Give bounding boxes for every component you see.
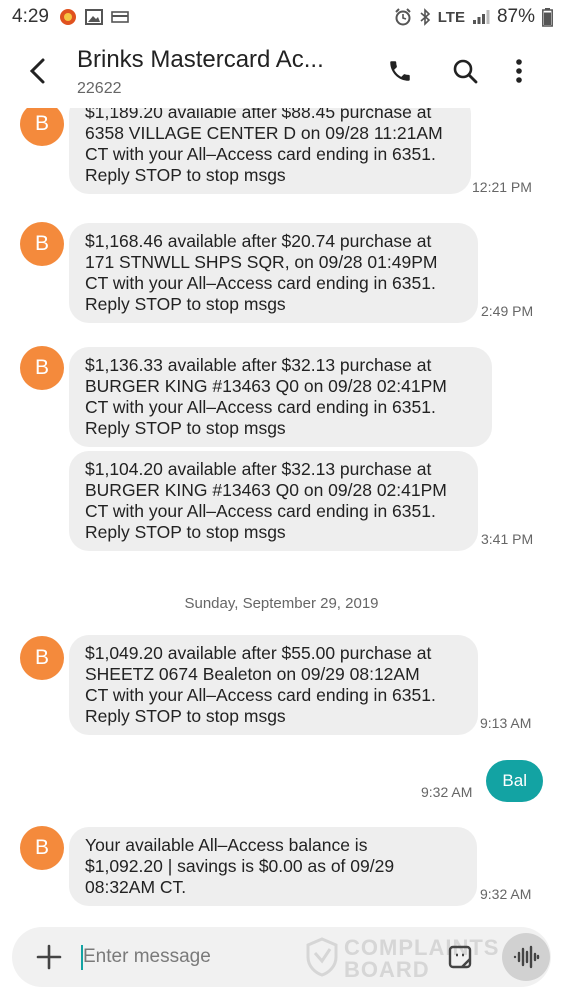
message-line: $1,189.20 available after $88.45 purchas… bbox=[85, 108, 432, 122]
message-line: SHEETZ 0674 Bealeton on 09/29 08:12AM bbox=[85, 664, 420, 684]
compose-bar: COMPLAINTS BOARD bbox=[12, 927, 551, 987]
outgoing-timestamp: 9:32 AM bbox=[421, 784, 473, 800]
message-line: $1,092.20 | savings is $0.00 as of 09/29 bbox=[85, 856, 395, 876]
message-timestamp: 3:41 PM bbox=[481, 531, 534, 547]
sender-avatar[interactable]: B bbox=[20, 222, 64, 266]
message-line: $1,168.46 available after $20.74 purchas… bbox=[85, 231, 432, 251]
card-icon bbox=[111, 11, 129, 23]
message-timestamp: 2:49 PM bbox=[481, 303, 534, 319]
incoming-message[interactable]: $1,168.46 available after $20.74 purchas… bbox=[69, 223, 478, 323]
network-type: LTE bbox=[437, 8, 465, 26]
conversation-header: Brinks Mastercard Ac... 22622 bbox=[0, 34, 563, 108]
notification-icons bbox=[59, 8, 129, 26]
message-line: CT with your All–Access card ending in 6… bbox=[85, 144, 436, 164]
battery-icon bbox=[542, 7, 553, 27]
sender-avatar[interactable]: B bbox=[20, 636, 64, 680]
outgoing-message[interactable]: Bal bbox=[486, 760, 543, 802]
sender-avatar[interactable]: B bbox=[20, 826, 64, 870]
message-line: BURGER KING #13463 Q0 on 09/28 02:41PM bbox=[85, 376, 447, 396]
message-line: Your available All–Access balance is bbox=[85, 835, 368, 855]
gallery-icon bbox=[84, 9, 103, 25]
message-line: CT with your All–Access card ending in 6… bbox=[85, 397, 436, 417]
attach-button[interactable] bbox=[36, 944, 62, 970]
message-line: Reply STOP to stop msgs bbox=[85, 165, 286, 185]
contact-name: Brinks Mastercard Ac... bbox=[77, 46, 324, 73]
incoming-message[interactable]: $1,136.33 available after $32.13 purchas… bbox=[69, 347, 492, 447]
incoming-message[interactable]: $1,049.20 available after $55.00 purchas… bbox=[69, 635, 478, 735]
message-line: Reply STOP to stop msgs bbox=[85, 706, 286, 726]
battery-percent: 87% bbox=[496, 6, 535, 27]
back-button[interactable] bbox=[20, 54, 54, 88]
phone-icon bbox=[390, 61, 410, 81]
voice-record-button[interactable] bbox=[502, 933, 550, 981]
message-line: Reply STOP to stop msgs bbox=[85, 294, 286, 314]
plus-icon bbox=[36, 944, 62, 970]
status-time: 4:29 bbox=[12, 6, 49, 27]
message-line: 08:32AM CT. bbox=[85, 877, 187, 897]
incoming-message[interactable]: $1,189.20 available after $88.45 purchas… bbox=[69, 108, 471, 194]
message-list[interactable]: B $1,189.20 available after $88.45 purch… bbox=[0, 108, 563, 923]
status-right-icons: LTE 87% bbox=[394, 6, 553, 28]
message-line: 6358 VILLAGE CENTER D on 09/28 11:21AM bbox=[85, 123, 443, 143]
message-line: $1,136.33 available after $32.13 purchas… bbox=[85, 355, 432, 375]
incoming-message[interactable]: $1,104.20 available after $32.13 purchas… bbox=[69, 451, 478, 551]
message-line: CT with your All–Access card ending in 6… bbox=[85, 501, 436, 521]
search-button[interactable] bbox=[448, 54, 482, 88]
message-timestamp: 12:21 PM bbox=[472, 179, 532, 195]
sender-avatar[interactable]: B bbox=[20, 108, 64, 146]
message-line: Reply STOP to stop msgs bbox=[85, 522, 286, 542]
message-line: CT with your All–Access card ending in 6… bbox=[85, 273, 436, 293]
date-separator: Sunday, September 29, 2019 bbox=[184, 595, 379, 612]
search-icon bbox=[453, 59, 478, 84]
status-bar: 4:29 LTE 87% bbox=[0, 0, 563, 34]
watermark-line2: BOARD bbox=[344, 957, 430, 982]
notification-app-icon bbox=[59, 9, 76, 25]
voice-wave-icon bbox=[513, 945, 540, 969]
bluetooth-icon bbox=[420, 8, 430, 26]
message-line: $1,104.20 available after $32.13 purchas… bbox=[85, 459, 432, 479]
call-button[interactable] bbox=[383, 54, 417, 88]
more-options-button[interactable] bbox=[502, 54, 536, 88]
message-line: BURGER KING #13463 Q0 on 09/28 02:41PM bbox=[85, 480, 447, 500]
message-line: $1,049.20 available after $55.00 purchas… bbox=[85, 643, 432, 663]
incoming-message[interactable]: Your available All–Access balance is $1,… bbox=[69, 827, 477, 906]
more-vert-icon bbox=[516, 59, 522, 83]
sticker-button[interactable] bbox=[446, 943, 476, 971]
alarm-icon bbox=[395, 8, 411, 26]
sender-avatar[interactable]: B bbox=[20, 346, 64, 390]
message-timestamp: 9:13 AM bbox=[480, 715, 532, 731]
signal-icon bbox=[472, 10, 490, 24]
message-line: 171 STNWLL SHPS SQR, on 09/28 01:49PM bbox=[85, 252, 438, 272]
contact-number: 22622 bbox=[77, 80, 122, 97]
message-line: CT with your All–Access card ending in 6… bbox=[85, 685, 436, 705]
back-arrow-icon bbox=[29, 58, 45, 84]
message-line: Reply STOP to stop msgs bbox=[85, 418, 286, 438]
message-timestamp: 9:32 AM bbox=[480, 886, 532, 902]
sticker-icon bbox=[448, 945, 472, 969]
watermark-shield-icon bbox=[306, 937, 338, 977]
